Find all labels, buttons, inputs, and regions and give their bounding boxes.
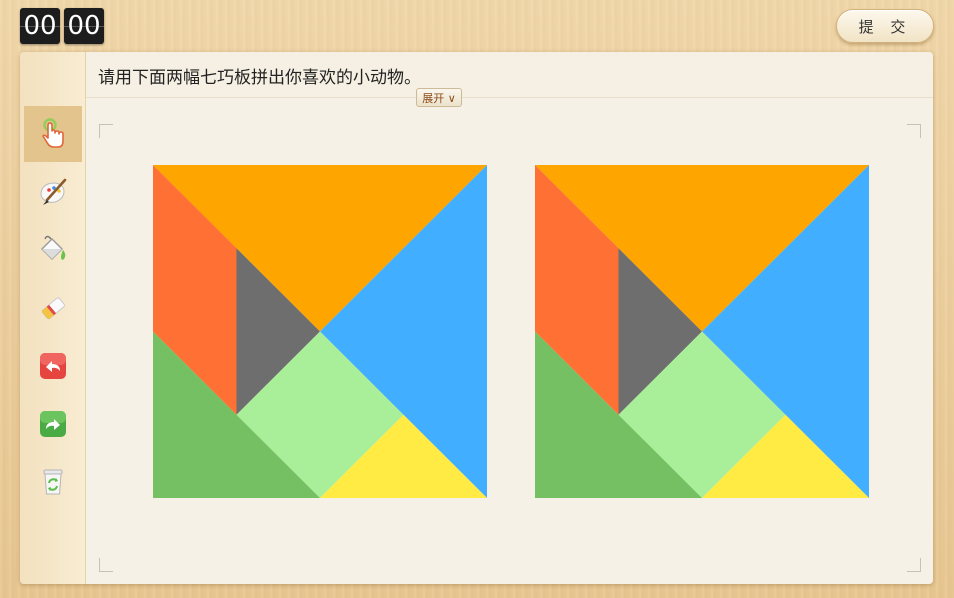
tangram-left — [153, 165, 487, 498]
corner-mark — [99, 558, 113, 572]
timer-seconds: 00 — [64, 8, 104, 44]
corner-mark — [907, 124, 921, 138]
tangram-left-svg — [153, 165, 487, 498]
main-panel: 请用下面两幅七巧板拼出你喜欢的小动物。 展开 ∨ — [20, 52, 933, 584]
hand-pointer-icon — [42, 118, 64, 148]
drawing-canvas[interactable] — [86, 99, 933, 584]
corner-mark — [907, 558, 921, 572]
tangram-right — [535, 165, 869, 498]
submit-button[interactable]: 提 交 — [836, 9, 934, 43]
recycle-bin-icon — [43, 469, 63, 495]
paint-bucket-icon — [41, 235, 66, 260]
corner-mark — [99, 124, 113, 138]
tangram-right-svg — [535, 165, 869, 498]
timer: 00 00 — [20, 8, 104, 44]
redo-icon — [40, 411, 66, 437]
fill-tool-button[interactable] — [24, 222, 82, 278]
redo-tool-button[interactable] — [24, 396, 82, 452]
undo-icon — [40, 353, 66, 379]
pointer-tool-button[interactable] — [24, 106, 82, 162]
expand-button[interactable]: 展开 ∨ — [416, 88, 462, 107]
eraser-icon — [41, 297, 65, 320]
eraser-tool-button[interactable] — [24, 280, 82, 336]
question-bar: 请用下面两幅七巧板拼出你喜欢的小动物。 — [86, 52, 933, 98]
clear-tool-button[interactable] — [24, 454, 82, 510]
question-text: 请用下面两幅七巧板拼出你喜欢的小动物。 — [98, 68, 421, 88]
toolbar — [20, 52, 86, 584]
undo-tool-button[interactable] — [24, 338, 82, 394]
timer-minutes: 00 — [20, 8, 60, 44]
paint-brush-icon — [40, 178, 67, 205]
brush-tool-button[interactable] — [24, 164, 82, 220]
